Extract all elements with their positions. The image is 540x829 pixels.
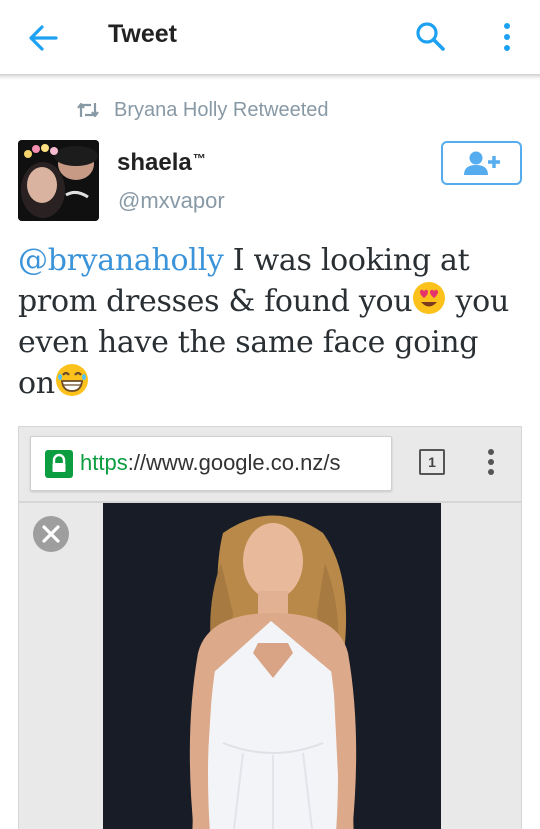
more-vertical-icon[interactable] bbox=[496, 20, 518, 54]
tweet-text: @bryanaholly I was looking at prom dress… bbox=[18, 240, 522, 404]
retweet-context[interactable]: Bryana Holly Retweeted bbox=[76, 97, 329, 123]
app-bar: Tweet bbox=[0, 0, 540, 74]
app-bar-shadow bbox=[0, 74, 540, 80]
arrow-left-icon[interactable] bbox=[26, 21, 60, 55]
retweet-context-text: Bryana Holly Retweeted bbox=[114, 98, 329, 121]
close-icon bbox=[33, 516, 69, 552]
lock-icon bbox=[45, 450, 73, 478]
follow-button[interactable] bbox=[441, 141, 522, 185]
url-bar: https://www.google.co.nz/s bbox=[30, 436, 392, 491]
grinning-squint-emoji-icon bbox=[55, 364, 88, 396]
avatar[interactable] bbox=[18, 140, 99, 221]
retweet-icon bbox=[77, 102, 99, 118]
more-vertical-icon bbox=[488, 449, 494, 475]
avatar-photo bbox=[18, 140, 99, 221]
url-text: https://www.google.co.nz/s bbox=[80, 450, 386, 476]
mention-link[interactable]: @bryanaholly bbox=[18, 243, 224, 278]
author-name-row[interactable]: shaela ™ bbox=[117, 149, 206, 177]
search-icon[interactable] bbox=[414, 20, 448, 54]
trademark-symbol: ™ bbox=[192, 151, 206, 166]
heart-eyes-emoji-icon bbox=[413, 282, 446, 314]
url-rest: ://www.google.co.nz/s bbox=[127, 450, 341, 475]
tweet-media[interactable]: https://www.google.co.nz/s 1 bbox=[18, 426, 522, 829]
author-name: shaela bbox=[117, 149, 192, 176]
dress-photo bbox=[103, 503, 441, 829]
add-user-icon bbox=[463, 151, 500, 175]
tab-count: 1 bbox=[419, 449, 445, 475]
page-title: Tweet bbox=[108, 20, 177, 48]
author-handle[interactable]: @mxvapor bbox=[118, 188, 225, 214]
url-scheme: https bbox=[80, 450, 128, 475]
